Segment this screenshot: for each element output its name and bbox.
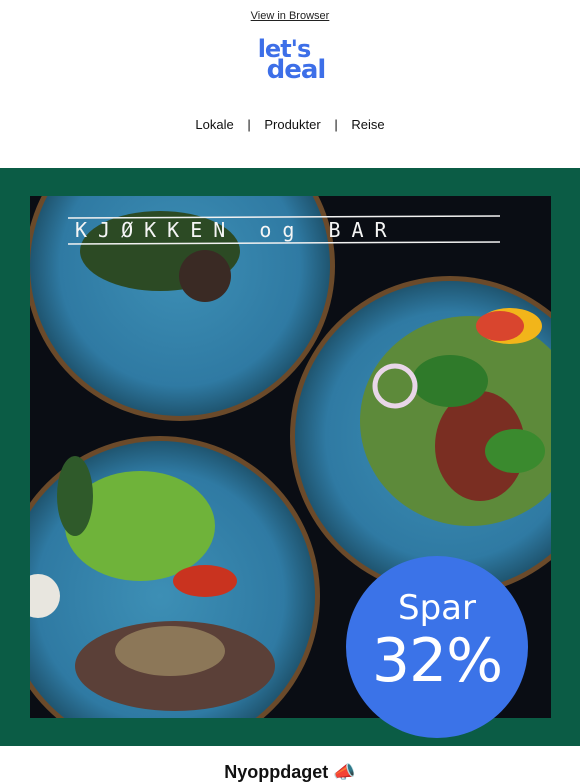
- nav-item-lokale[interactable]: Lokale: [195, 117, 233, 132]
- food-grilled: [179, 250, 231, 302]
- tomato: [173, 565, 237, 597]
- basil-leaf: [485, 429, 545, 473]
- cucumber: [57, 456, 93, 536]
- view-in-browser-bar: View in Browser: [0, 10, 580, 22]
- nav-item-reise[interactable]: Reise: [351, 117, 384, 132]
- badge-value: 32%: [371, 626, 503, 696]
- view-in-browser-link[interactable]: View in Browser: [251, 10, 330, 22]
- tomato: [476, 311, 524, 341]
- main-nav: Lokale | Produkter | Reise: [0, 117, 580, 132]
- section-heading: Nyoppdaget 📣: [224, 762, 356, 782]
- badge-label: Spar: [398, 588, 476, 628]
- nav-item-produkter[interactable]: Produkter: [264, 117, 320, 132]
- discount-badge[interactable]: Spar 32%: [346, 556, 528, 738]
- restaurant-banner-text: KJØKKEN og BAR: [75, 218, 398, 242]
- nav-separator: |: [334, 117, 338, 132]
- nav-separator: |: [247, 117, 251, 132]
- mushrooms: [115, 626, 225, 676]
- letsdeal-logo[interactable]: let's deal: [0, 37, 580, 85]
- logo-line-2: deal: [266, 54, 327, 85]
- basil-leaf: [412, 355, 488, 407]
